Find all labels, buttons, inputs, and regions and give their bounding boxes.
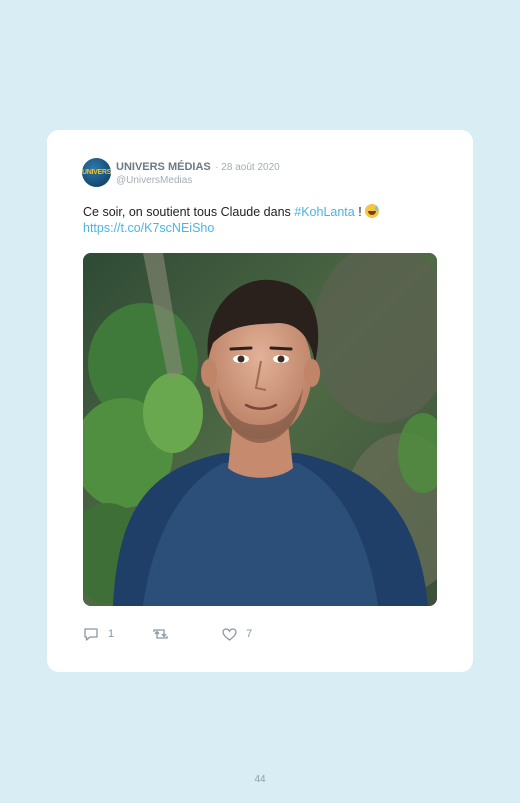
- tweet-card: UNIVERS UNIVERS MÉDIAS · 28 août 2020 @U…: [47, 130, 473, 672]
- tweet-photo[interactable]: [83, 253, 437, 606]
- like-count: 7: [246, 628, 253, 640]
- reply-button[interactable]: 1: [83, 627, 114, 641]
- retweet-icon: [153, 629, 168, 639]
- retweet-button[interactable]: [152, 627, 178, 641]
- reply-count: 1: [108, 628, 115, 640]
- grinning-sweat-emoji-icon: [365, 204, 380, 218]
- reply-icon: [84, 628, 98, 641]
- avatar[interactable]: UNIVERS: [82, 158, 111, 187]
- photo-illustration: [83, 253, 437, 606]
- tweet-date: · 28 août 2020: [215, 161, 280, 173]
- tweet-url-link[interactable]: https://t.co/K7scNEiSho: [83, 221, 214, 235]
- tweet-text: Ce soir, on soutient tous Claude dans #K…: [83, 204, 443, 236]
- page-number: 44: [254, 774, 266, 785]
- account-name[interactable]: UNIVERS MÉDIAS: [116, 161, 211, 173]
- tweet-text-part: Ce soir, on soutient tous Claude dans: [83, 205, 295, 219]
- tweet-text-part: !: [354, 205, 366, 219]
- tweet-actions: 1 7: [83, 627, 252, 641]
- tweet-header: UNIVERS UNIVERS MÉDIAS · 28 août 2020 @U…: [82, 158, 280, 187]
- tweet-meta: UNIVERS MÉDIAS · 28 août 2020 @UniversMe…: [116, 159, 280, 187]
- like-button[interactable]: 7: [222, 627, 253, 641]
- account-handle[interactable]: @UniversMedias: [116, 174, 280, 187]
- heart-icon: [222, 627, 237, 641]
- hashtag-link[interactable]: #KohLanta: [294, 205, 354, 219]
